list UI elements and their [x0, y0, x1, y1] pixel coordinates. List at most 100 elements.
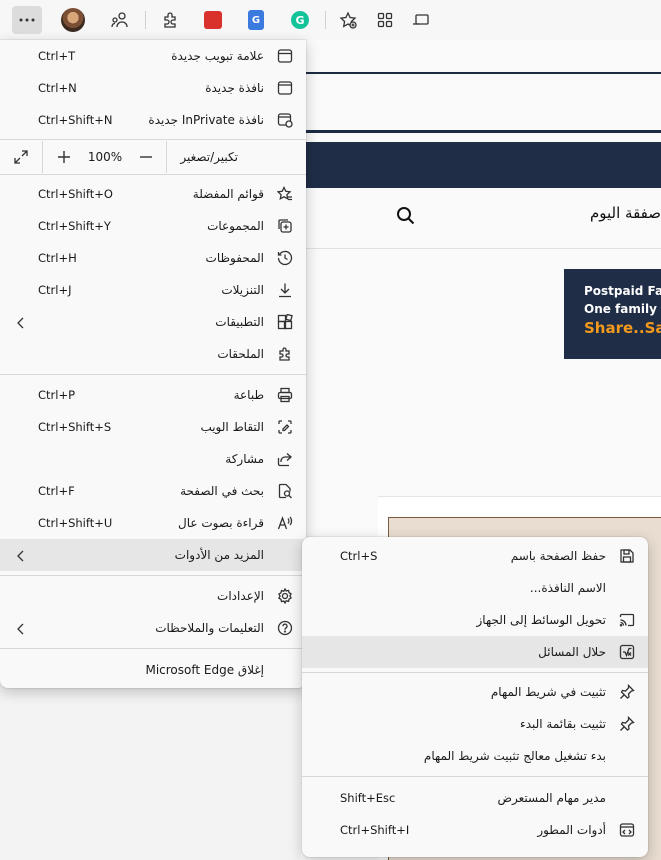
settings-menu: علامة تبويب جديدة Ctrl+T نافذة جديدة Ctr… — [0, 40, 306, 688]
more-icon[interactable] — [12, 6, 42, 34]
menu-item-label: طباعة — [233, 388, 264, 402]
companion-icon[interactable] — [105, 6, 135, 34]
menu-item-label: الملحقات — [217, 347, 264, 361]
menu-item-label: حفظ الصفحة باسم — [510, 549, 606, 563]
submenu-item-task-manager[interactable]: مدير مهام المستعرض Shift+Esc — [302, 782, 648, 814]
banner-line: Postpaid Fa — [584, 284, 661, 298]
apps-icon — [276, 313, 294, 331]
extensions-icon[interactable] — [155, 6, 185, 34]
menu-item-help[interactable]: التعليمات والملاحظات — [0, 612, 306, 644]
menu-item-find[interactable]: بحث في الصفحة Ctrl+F — [0, 475, 306, 507]
page-rule — [300, 72, 661, 74]
menu-item-apps[interactable]: التطبيقات — [0, 306, 306, 338]
menu-item-close-edge[interactable]: إغلاق Microsoft Edge — [0, 654, 306, 686]
new-window-icon — [276, 79, 294, 97]
chevron-left-icon — [15, 548, 27, 562]
menu-divider — [0, 139, 306, 140]
menu-item-share[interactable]: مشاركة — [0, 443, 306, 475]
submenu-item-save-page[interactable]: حفظ الصفحة باسم Ctrl+S — [302, 540, 648, 572]
tablet-icon[interactable] — [406, 6, 436, 34]
menu-item-downloads[interactable]: التنزيلات Ctrl+J — [0, 274, 306, 306]
menu-item-extensions[interactable]: الملحقات — [0, 338, 306, 370]
menu-divider — [0, 575, 306, 576]
zoom-value: 100% — [87, 150, 123, 164]
menu-item-settings[interactable]: الإعدادات — [0, 580, 306, 612]
more-tools-submenu: حفظ الصفحة باسم Ctrl+S الاسم النافذة... … — [302, 537, 648, 857]
submenu-item-pin-taskbar[interactable]: تثبيت في شريط المهام — [302, 676, 648, 708]
menu-item-shortcut: Ctrl+Shift+N — [38, 113, 113, 127]
banner-line: One family — [584, 302, 657, 316]
menu-item-label: تثبيت بقائمة البدء — [520, 717, 606, 731]
menu-item-label: الإعدادات — [217, 589, 264, 603]
menu-item-shortcut: Ctrl+Shift+I — [340, 823, 410, 837]
submenu-item-name-window[interactable]: الاسم النافذة... — [302, 572, 648, 604]
menu-item-label: قوائم المفضلة — [192, 187, 264, 201]
grammarly-icon[interactable]: G — [285, 6, 315, 34]
menu-item-new-tab[interactable]: علامة تبويب جديدة Ctrl+T — [0, 40, 306, 72]
fullscreen-icon[interactable] — [11, 147, 31, 167]
menu-item-read-aloud[interactable]: قراءة بصوت عال Ctrl+Shift+U — [0, 507, 306, 539]
banner-line: Share..Sa — [584, 319, 661, 337]
menu-item-label: بحث في الصفحة — [180, 484, 264, 498]
menu-item-shortcut: Ctrl+P — [38, 388, 76, 402]
ext-red-icon[interactable] — [198, 6, 228, 34]
ext-translate-icon[interactable]: G — [241, 6, 271, 34]
zoom-label: تكبير/تصغير — [180, 150, 238, 164]
menu-item-web-capture[interactable]: التقاط الويب Ctrl+Shift+S — [0, 411, 306, 443]
menu-item-history[interactable]: المحفوظات Ctrl+H — [0, 242, 306, 274]
collections-icon[interactable] — [370, 6, 400, 34]
save-icon — [618, 547, 636, 565]
print-icon — [276, 386, 294, 404]
menu-item-shortcut: Ctrl+H — [38, 251, 77, 265]
menu-item-collections[interactable]: المجموعات Ctrl+Shift+Y — [0, 210, 306, 242]
inprivate-icon — [276, 111, 294, 129]
menu-item-label: قراءة بصوت عال — [177, 516, 264, 530]
cast-icon — [618, 611, 636, 629]
chevron-left-icon — [15, 315, 27, 329]
submenu-item-pin-start[interactable]: تثبيت بقائمة البدء — [302, 708, 648, 740]
submenu-item-math-solver[interactable]: حلال المسائل — [302, 636, 648, 668]
collections-icon — [276, 217, 294, 235]
menu-item-label: حلال المسائل — [538, 645, 606, 659]
menu-item-label: تحويل الوسائط إلى الجهاز — [476, 613, 607, 627]
menu-item-shortcut: Ctrl+F — [38, 484, 75, 498]
menu-divider — [0, 374, 306, 375]
extensions-icon — [276, 345, 294, 363]
toolbar-separator — [145, 11, 146, 29]
menu-item-new-window[interactable]: نافذة جديدة Ctrl+N — [0, 72, 306, 104]
page-heading: صفقة اليوم — [589, 204, 661, 222]
submenu-item-pin-wizard[interactable]: بدء تشغيل معالج تثبيت شريط المهام — [302, 740, 648, 772]
menu-item-label: التقاط الويب — [200, 420, 264, 434]
menu-item-inprivate[interactable]: نافذة InPrivate جديدة Ctrl+Shift+N — [0, 104, 306, 136]
menu-item-shortcut: Ctrl+Shift+Y — [38, 219, 111, 233]
settings-icon — [276, 587, 294, 605]
submenu-item-cast[interactable]: تحويل الوسائط إلى الجهاز — [302, 604, 648, 636]
dev-tools-icon — [618, 821, 636, 839]
menu-item-shortcut: Ctrl+S — [340, 549, 378, 563]
menu-item-label: الاسم النافذة... — [529, 581, 606, 595]
menu-item-favorites[interactable]: قوائم المفضلة Ctrl+Shift+O — [0, 178, 306, 210]
menu-item-shortcut: Ctrl+Shift+O — [38, 187, 113, 201]
menu-divider — [302, 672, 648, 673]
menu-item-label: التنزيلات — [221, 283, 264, 297]
downloads-icon — [276, 281, 294, 299]
add-favorite-icon[interactable] — [333, 6, 363, 34]
menu-item-label: نافذة جديدة — [205, 81, 264, 95]
avatar[interactable] — [58, 6, 88, 34]
promo-banner[interactable]: Postpaid Fa One family Share..Sa — [564, 269, 661, 359]
page-divider — [300, 248, 661, 249]
math-solver-icon — [618, 643, 636, 661]
pin-icon — [618, 683, 636, 701]
menu-item-label: علامة تبويب جديدة — [171, 49, 264, 63]
menu-item-label: المزيد من الأدوات — [174, 548, 264, 562]
zoom-out-button[interactable] — [136, 147, 156, 167]
submenu-item-dev-tools[interactable]: أدوات المطور Ctrl+Shift+I — [302, 814, 648, 846]
menu-item-print[interactable]: طباعة Ctrl+P — [0, 379, 306, 411]
page-nav-bar — [300, 142, 661, 188]
search-icon[interactable] — [396, 206, 416, 230]
favorites-icon — [276, 185, 294, 203]
menu-item-more-tools[interactable]: المزيد من الأدوات — [0, 539, 306, 571]
zoom-in-button[interactable] — [54, 147, 74, 167]
menu-divider — [0, 174, 306, 175]
menu-item-label: مشاركة — [225, 452, 264, 466]
